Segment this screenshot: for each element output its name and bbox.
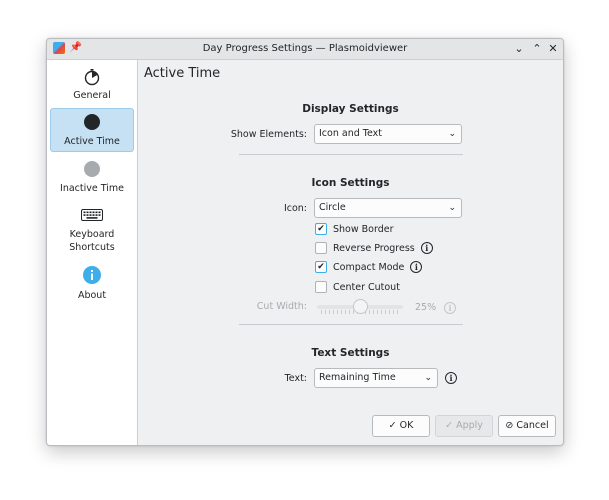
- cut-width-value: 25%: [415, 302, 437, 313]
- show-border-checkbox[interactable]: ✔ Show Border: [315, 222, 394, 237]
- maximize-icon[interactable]: ⌃: [529, 41, 545, 57]
- text-dropdown[interactable]: Remaining Time ⌄: [314, 368, 438, 388]
- check-icon: ✓: [388, 420, 397, 431]
- chevron-down-icon: ⌄: [424, 373, 432, 383]
- checkbox-checked-icon: ✔: [315, 222, 327, 235]
- cancel-icon: ⊘: [505, 420, 514, 431]
- cut-width-label: Cut Width:: [256, 301, 307, 312]
- reverse-progress-checkbox[interactable]: Reverse Progress i: [315, 241, 433, 256]
- sidebar-item-general[interactable]: General: [50, 68, 134, 108]
- title-bar: 📌 Day Progress Settings — Plasmoidviewer…: [47, 39, 563, 60]
- divider: [239, 324, 463, 325]
- show-elements-label: Show Elements:: [230, 129, 307, 140]
- center-cutout-label: Center Cutout: [333, 282, 400, 293]
- info-icon: [83, 266, 101, 284]
- text-value: Remaining Time: [319, 372, 396, 383]
- display-settings-heading: Display Settings: [302, 103, 399, 115]
- sidebar-item-label: Active Time: [64, 136, 120, 147]
- info-icon[interactable]: i: [420, 241, 433, 254]
- show-elements-value: Icon and Text: [319, 128, 382, 139]
- reverse-progress-label: Reverse Progress: [333, 243, 415, 254]
- sidebar-item-active-time[interactable]: Active Time: [50, 108, 134, 152]
- divider: [239, 154, 463, 155]
- icon-label: Icon:: [283, 203, 307, 214]
- keyboard-icon: [81, 209, 103, 221]
- text-label: Text:: [284, 373, 307, 384]
- page-title: Active Time: [144, 66, 221, 81]
- compact-mode-label: Compact Mode: [333, 262, 405, 273]
- window-title: Day Progress Settings — Plasmoidviewer: [202, 43, 408, 54]
- ok-button[interactable]: ✓ OK: [372, 415, 430, 437]
- sidebar-item-label: General: [73, 90, 111, 101]
- ok-label: OK: [399, 420, 414, 431]
- icon-dropdown[interactable]: Circle ⌄: [314, 198, 462, 218]
- apply-label: Apply: [456, 420, 483, 431]
- icon-value: Circle: [319, 202, 346, 213]
- check-icon: ✓: [445, 420, 454, 431]
- sidebar-item-label: About: [77, 290, 107, 301]
- checkbox-empty-icon: [315, 241, 327, 254]
- sidebar-item-inactive-time[interactable]: Inactive Time: [50, 160, 134, 200]
- cancel-label: Cancel: [516, 420, 549, 431]
- apply-button[interactable]: ✓ Apply: [435, 415, 493, 437]
- sidebar-item-keyboard-shortcuts[interactable]: Keyboard Shortcuts: [50, 208, 134, 258]
- cancel-button[interactable]: ⊘ Cancel: [498, 415, 556, 437]
- sidebar-item-about[interactable]: About: [50, 265, 134, 305]
- sidebar: General Active Time Inactive Time Keyboa…: [47, 60, 138, 445]
- settings-window: 📌 Day Progress Settings — Plasmoidviewer…: [46, 38, 564, 446]
- timer-icon: [84, 69, 100, 86]
- compact-mode-checkbox[interactable]: ✔ Compact Mode i: [315, 260, 423, 275]
- show-border-label: Show Border: [333, 224, 394, 235]
- text-settings-heading: Text Settings: [311, 347, 390, 359]
- close-icon[interactable]: ✕: [545, 41, 561, 57]
- show-elements-dropdown[interactable]: Icon and Text ⌄: [314, 124, 462, 144]
- sidebar-item-label: Keyboard: [69, 229, 115, 240]
- chevron-down-icon: ⌄: [448, 203, 456, 213]
- info-icon: i: [444, 302, 456, 314]
- grey-circle-icon: [84, 161, 100, 177]
- checkbox-empty-icon: [315, 280, 327, 293]
- chevron-down-icon: ⌄: [448, 129, 456, 139]
- sidebar-item-label: Inactive Time: [60, 183, 124, 194]
- sidebar-item-label-line2: Shortcuts: [69, 242, 115, 253]
- center-cutout-checkbox[interactable]: Center Cutout: [315, 280, 400, 295]
- minimize-icon[interactable]: ⌄: [511, 41, 527, 57]
- info-icon[interactable]: i: [410, 260, 423, 273]
- filled-circle-icon: [84, 114, 100, 130]
- info-icon[interactable]: i: [445, 372, 457, 384]
- slider-handle[interactable]: [353, 299, 368, 314]
- icon-settings-heading: Icon Settings: [311, 177, 390, 189]
- checkbox-checked-icon: ✔: [315, 260, 327, 273]
